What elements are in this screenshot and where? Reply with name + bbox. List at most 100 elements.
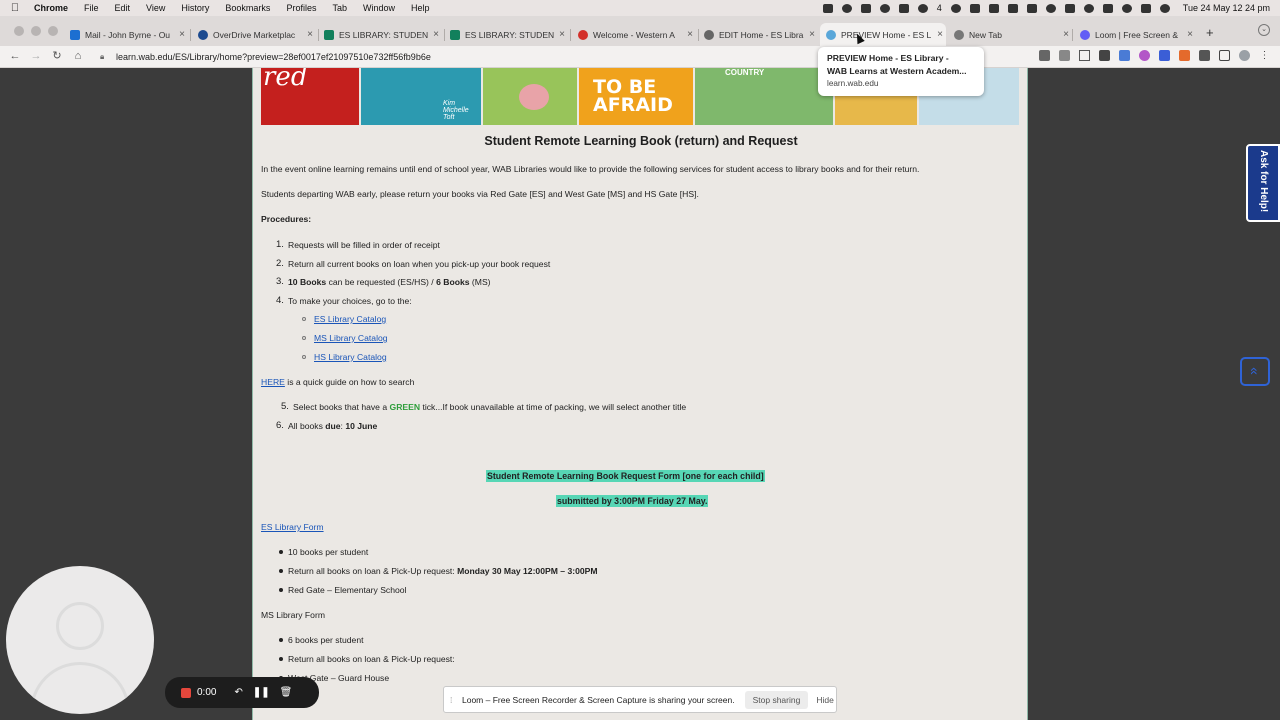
book-cover-ocean: Kim Michelle Toft <box>361 68 481 125</box>
close-tab-icon[interactable]: × <box>806 29 818 40</box>
scroll-to-top-button[interactable]: « <box>1240 357 1270 386</box>
loom-status-icon[interactable] <box>841 3 852 13</box>
book-cover-red: red <box>261 68 359 125</box>
dropbox-icon[interactable] <box>898 3 909 13</box>
puzzle-icon[interactable] <box>1199 50 1210 61</box>
clock[interactable]: Tue 24 May 12 24 pm <box>1183 3 1270 13</box>
book-cover-pig <box>483 68 577 125</box>
extension-c-icon[interactable] <box>1159 50 1170 61</box>
close-tab-icon[interactable]: × <box>304 29 316 40</box>
ms-catalog-link[interactable]: MS Library Catalog <box>314 333 388 343</box>
pause-icon[interactable]: ❚❚ <box>253 687 270 698</box>
keyboard-icon[interactable] <box>1102 3 1113 13</box>
step-6-text: All books due: 10 June <box>288 421 377 431</box>
flag-icon[interactable] <box>1064 3 1075 13</box>
menu-profiles[interactable]: Profiles <box>278 3 324 13</box>
menu-file[interactable]: File <box>76 3 107 13</box>
tab-es-library-1[interactable]: ES LIBRARY: STUDEN × <box>318 23 442 46</box>
lock-icon[interactable]: 🔒︎ <box>100 52 112 62</box>
tab-overdrive[interactable]: OverDrive Marketplac × <box>192 23 316 46</box>
close-tab-icon[interactable]: × <box>430 29 442 40</box>
ask-for-help-button[interactable]: Ask for Help! <box>1246 144 1280 222</box>
here-link[interactable]: HERE <box>261 377 285 387</box>
close-tab-icon[interactable]: × <box>934 29 946 40</box>
control-center-icon[interactable] <box>1140 3 1151 13</box>
menu-app-chrome[interactable]: Chrome <box>30 3 76 13</box>
tab-es-library-2[interactable]: ES LIBRARY: STUDEN × <box>444 23 568 46</box>
drag-handle-icon[interactable]: ⁞ <box>450 695 460 705</box>
timemachine-icon[interactable] <box>1083 3 1094 13</box>
undo-icon[interactable]: ↶ <box>234 687 242 698</box>
bookmark-star-icon[interactable] <box>1079 50 1090 61</box>
color-extension-icon[interactable] <box>1139 50 1150 61</box>
tab-mail[interactable]: Mail - John Byrne - Ou × <box>64 23 188 46</box>
tab-new-tab[interactable]: New Tab × <box>948 23 1072 46</box>
stop-recording-button[interactable] <box>181 687 191 698</box>
close-tab-icon[interactable]: × <box>176 29 188 40</box>
close-tab-icon[interactable]: × <box>1060 29 1072 40</box>
es-catalog-link[interactable]: ES Library Catalog <box>314 314 386 324</box>
volume-icon[interactable] <box>1007 3 1018 13</box>
extension-g-icon[interactable] <box>1179 50 1190 61</box>
close-tab-icon[interactable]: × <box>556 29 568 40</box>
more-menu-icon[interactable]: ⋮ <box>1259 50 1270 61</box>
close-tab-icon[interactable]: × <box>1184 29 1196 40</box>
tab-edit-home[interactable]: EDIT Home - ES Libra × <box>698 23 818 46</box>
home-icon[interactable]: ⌂ <box>71 49 85 63</box>
back-arrow-icon[interactable]: ← <box>8 49 22 63</box>
menu-history[interactable]: History <box>173 3 217 13</box>
battery-icon[interactable] <box>1026 3 1037 13</box>
trash-icon[interactable]: 🗑︎ <box>280 687 293 698</box>
extension-badge-icon[interactable] <box>1119 50 1130 61</box>
search-icon[interactable] <box>1121 3 1132 13</box>
zoom-window-button[interactable] <box>48 26 58 36</box>
siri-icon[interactable] <box>1159 3 1170 13</box>
url-text[interactable]: learn.wab.edu/ES/Library/home?preview=28… <box>116 52 431 62</box>
es-pickup-time: Monday 30 May 12:00PM – 3:00PM <box>457 566 598 576</box>
menu-window[interactable]: Window <box>355 3 403 13</box>
sidebar-icon[interactable] <box>1219 50 1230 61</box>
chrome-icon <box>954 29 964 40</box>
close-tab-icon[interactable]: × <box>684 29 696 40</box>
clock-app-icon[interactable] <box>950 3 961 13</box>
list-bullet <box>279 550 283 554</box>
camera-icon[interactable] <box>1039 50 1050 61</box>
tab-loom[interactable]: Loom | Free Screen & × <box>1074 23 1196 46</box>
double-chevron-up-icon: « <box>1246 367 1263 375</box>
shield-extension-icon[interactable] <box>1099 50 1110 61</box>
teams-icon[interactable] <box>917 3 928 13</box>
tab-preview-home[interactable]: PREVIEW Home - ES L × <box>820 23 946 46</box>
es-library-form-link[interactable]: ES Library Form <box>261 522 324 532</box>
location-icon[interactable] <box>822 3 833 13</box>
hide-button[interactable]: Hide <box>816 695 833 705</box>
forward-arrow-icon[interactable]: → <box>29 49 43 63</box>
screenshot-icon[interactable] <box>988 3 999 13</box>
ms-library-form-label: MS Library Form <box>261 610 325 620</box>
cloud-icon[interactable] <box>860 3 871 13</box>
loom-camera-bubble[interactable] <box>6 566 154 714</box>
step-5-post: tick...If book unavailable at time of pa… <box>420 402 687 412</box>
calendar-icon[interactable] <box>969 3 980 13</box>
hs-catalog-link[interactable]: HS Library Catalog <box>314 352 387 362</box>
sheets-icon <box>324 29 334 40</box>
minimize-window-button[interactable] <box>31 26 41 36</box>
tab-search-button[interactable]: ⌄ <box>1258 24 1270 36</box>
list-bullet <box>302 317 306 321</box>
tab-welcome[interactable]: Welcome - Western A × <box>572 23 696 46</box>
reload-icon[interactable]: ↻ <box>50 49 64 63</box>
new-tab-button[interactable]: + <box>1206 25 1214 40</box>
menu-help[interactable]: Help <box>403 3 438 13</box>
wifi-icon[interactable] <box>1045 3 1056 13</box>
search-guide-text: is a quick guide on how to search <box>284 377 415 387</box>
close-window-button[interactable] <box>14 26 24 36</box>
stop-sharing-button[interactable]: Stop sharing <box>744 690 809 709</box>
menu-bookmarks[interactable]: Bookmarks <box>217 3 278 13</box>
apple-menu-icon[interactable]:  <box>0 2 30 14</box>
menu-view[interactable]: View <box>138 3 173 13</box>
menu-edit[interactable]: Edit <box>107 3 139 13</box>
github-icon[interactable] <box>879 3 890 13</box>
menu-tab[interactable]: Tab <box>324 3 355 13</box>
share-icon[interactable] <box>1059 50 1070 61</box>
profile-avatar[interactable] <box>1239 50 1250 61</box>
ms-item-pickup: Return all books on loan & Pick-Up reque… <box>288 654 455 664</box>
